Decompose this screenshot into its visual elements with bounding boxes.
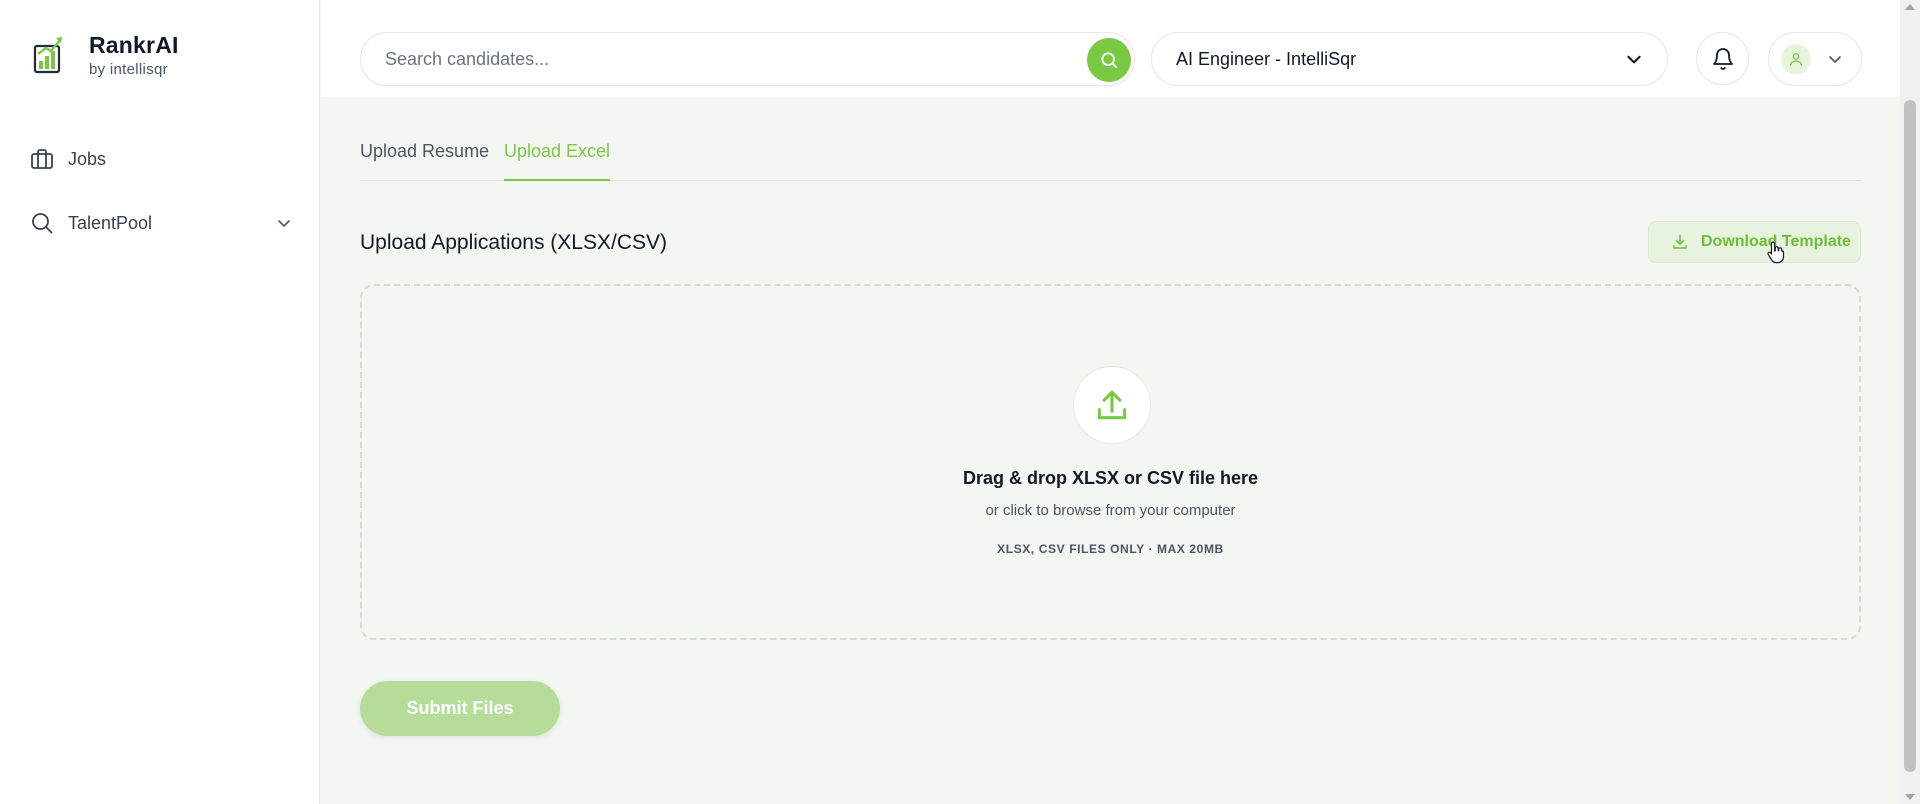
sidebar: RankrAI by intellisqr Jobs TalentPool xyxy=(0,0,320,804)
sidebar-item-talentpool[interactable]: TalentPool xyxy=(30,203,292,243)
sidebar-item-jobs[interactable]: Jobs xyxy=(30,139,292,179)
chevron-down-icon xyxy=(1829,56,1841,63)
dropzone-subtitle: or click to browse from your computer xyxy=(985,502,1236,519)
hand-cursor-icon xyxy=(1767,241,1785,264)
brand-subtitle: by intellisqr xyxy=(89,61,168,78)
page-scrollbar[interactable] xyxy=(1900,0,1920,804)
submit-files-button[interactable]: Submit Files xyxy=(360,681,560,736)
upload-icon xyxy=(1097,390,1127,420)
user-menu-button[interactable] xyxy=(1768,32,1862,86)
bell-icon xyxy=(1712,47,1733,70)
search-icon xyxy=(30,211,54,235)
brand[interactable]: RankrAI by intellisqr xyxy=(33,32,179,80)
section-title: Upload Applications (XLSX/CSV) xyxy=(360,231,667,254)
search-icon xyxy=(1101,52,1117,69)
chevron-down-icon[interactable] xyxy=(276,215,292,231)
notifications-button[interactable] xyxy=(1696,32,1749,85)
search-input[interactable] xyxy=(385,33,1045,85)
sidebar-item-label: Jobs xyxy=(68,148,107,169)
scrollbar-thumb[interactable] xyxy=(1904,100,1916,772)
avatar xyxy=(1781,44,1811,74)
file-dropzone[interactable]: Drag & drop XLSX or CSV file here or cli… xyxy=(360,284,1861,640)
chevron-down-icon xyxy=(1627,55,1641,64)
search-button[interactable] xyxy=(1087,38,1131,82)
download-icon xyxy=(1673,234,1687,249)
job-selector[interactable]: AI Engineer - IntelliSqr xyxy=(1151,32,1668,86)
brand-name: RankrAI xyxy=(89,32,179,58)
logo-icon xyxy=(33,37,62,74)
tab-upload-excel[interactable]: Upload Excel xyxy=(504,138,611,181)
top-header: AI Engineer - IntelliSqr xyxy=(321,0,1900,97)
dropzone-file-note: XLSX, CSV FILES ONLY · MAX 20MB xyxy=(997,542,1224,556)
upload-tabs: Upload Resume Upload Excel xyxy=(360,138,1861,181)
job-selector-value: AI Engineer - IntelliSqr xyxy=(1176,48,1357,69)
scroll-up-arrow-icon[interactable] xyxy=(1905,4,1915,10)
download-template-button[interactable]: Download Template xyxy=(1648,221,1861,263)
upload-icon-container xyxy=(1073,366,1151,444)
user-icon xyxy=(1790,53,1802,66)
scroll-down-arrow-icon[interactable] xyxy=(1905,794,1915,800)
search-bar xyxy=(360,32,1135,86)
sidebar-item-label: TalentPool xyxy=(68,212,153,233)
briefcase-icon xyxy=(30,147,54,171)
tab-upload-resume[interactable]: Upload Resume xyxy=(360,138,489,181)
dropzone-title: Drag & drop XLSX or CSV file here xyxy=(962,468,1259,488)
